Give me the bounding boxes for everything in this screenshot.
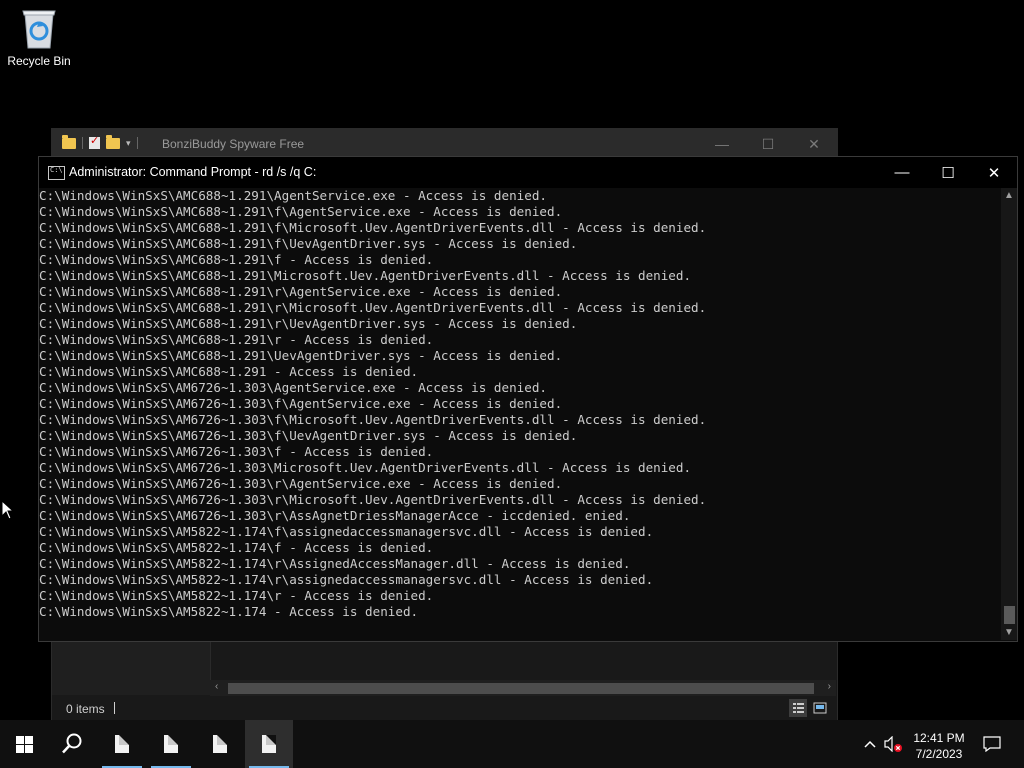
show-hidden-icons-button[interactable]: [860, 720, 880, 768]
recycle-bin-icon: [19, 6, 59, 50]
explorer-maximize-button[interactable]: ☐: [745, 129, 791, 159]
scroll-up-icon[interactable]: ▲: [1004, 190, 1014, 201]
console-line: C:\Windows\WinSxS\AMC688~1.291\f\UevAgen…: [39, 236, 578, 251]
toolbar-divider: [82, 137, 83, 149]
console-line: C:\Windows\WinSxS\AMC688~1.291\r\AgentSe…: [39, 284, 563, 299]
command-prompt-icon[interactable]: [48, 166, 65, 180]
console-title: Administrator: Command Prompt - rd /s /q…: [69, 165, 317, 179]
console-titlebar[interactable]: Administrator: Command Prompt - rd /s /q…: [39, 157, 1017, 188]
console-line: C:\Windows\WinSxS\AM6726~1.303\Microsoft…: [39, 460, 692, 475]
scroll-left-icon[interactable]: ‹: [215, 681, 218, 692]
console-line: C:\Windows\WinSxS\AMC688~1.291\f\AgentSe…: [39, 204, 563, 219]
console-line: C:\Windows\WinSxS\AMC688~1.291\AgentServ…: [39, 188, 547, 203]
explorer-minimize-button[interactable]: —: [699, 129, 745, 159]
properties-icon[interactable]: [89, 134, 100, 149]
console-minimize-button[interactable]: —: [879, 157, 925, 188]
scrollbar-thumb[interactable]: [228, 683, 814, 694]
recycle-bin-label: Recycle Bin: [7, 54, 71, 68]
windows-start-icon: [15, 735, 33, 753]
document-icon: [262, 735, 276, 753]
taskbar-app-3[interactable]: [196, 720, 244, 768]
mouse-pointer-icon: [1, 499, 15, 525]
system-clock[interactable]: 12:41 PM 7/2/2023: [906, 730, 972, 762]
console-line: C:\Windows\WinSxS\AM6726~1.303\f\UevAgen…: [39, 428, 578, 443]
scroll-down-icon[interactable]: ▼: [1004, 627, 1014, 638]
action-center-button[interactable]: [980, 720, 1004, 768]
desktop: Recycle Bin ▾ BonziBuddy Spyware Free — …: [0, 0, 1024, 722]
large-icons-view-icon[interactable]: [811, 699, 829, 717]
console-line: C:\Windows\WinSxS\AM6726~1.303\r\AssAgne…: [39, 508, 631, 523]
item-count: 0 items: [66, 702, 105, 716]
console-vertical-scrollbar[interactable]: ▲ ▼: [1001, 188, 1017, 640]
console-line: C:\Windows\WinSxS\AM6726~1.303\r\Microso…: [39, 492, 707, 507]
taskbar: 12:41 PM 7/2/2023: [0, 720, 1024, 768]
notification-icon: [983, 736, 1001, 752]
console-line: C:\Windows\WinSxS\AM5822~1.174\f\assigne…: [39, 524, 654, 539]
quick-access-toolbar: ▾: [62, 134, 138, 149]
horizontal-scrollbar[interactable]: ‹ ›: [210, 680, 836, 696]
taskbar-app-4[interactable]: [245, 720, 293, 768]
console-maximize-button[interactable]: ☐: [925, 157, 971, 188]
status-divider: [114, 702, 115, 714]
search-icon: [62, 733, 82, 754]
clock-date: 7/2/2023: [915, 747, 963, 761]
command-prompt-window[interactable]: Administrator: Command Prompt - rd /s /q…: [38, 156, 1018, 642]
explorer-close-button[interactable]: ✕: [791, 129, 837, 159]
console-line: C:\Windows\WinSxS\AMC688~1.291\Microsoft…: [39, 268, 692, 283]
console-line: C:\Windows\WinSxS\AMC688~1.291\f - Acces…: [39, 252, 434, 267]
document-icon: [164, 735, 178, 753]
console-line: C:\Windows\WinSxS\AM6726~1.303\f - Acces…: [39, 444, 434, 459]
explorer-title: BonziBuddy Spyware Free: [162, 137, 305, 151]
new-folder-icon[interactable]: [106, 134, 120, 149]
console-close-button[interactable]: ✕: [971, 157, 1017, 188]
explorer-titlebar[interactable]: ▾ BonziBuddy Spyware Free — ☐ ✕: [52, 129, 837, 159]
console-line: C:\Windows\WinSxS\AM5822~1.174\r - Acces…: [39, 588, 434, 603]
recycle-bin-shortcut[interactable]: Recycle Bin: [4, 6, 74, 68]
clock-time: 12:41 PM: [913, 731, 965, 745]
console-line: C:\Windows\WinSxS\AM5822~1.174 - Access …: [39, 604, 419, 619]
chevron-up-icon: [864, 740, 876, 748]
explorer-status-bar: 0 items: [52, 697, 837, 721]
console-line: C:\Windows\WinSxS\AMC688~1.291\r\UevAgen…: [39, 316, 578, 331]
start-button[interactable]: [0, 720, 48, 768]
console-line: C:\Windows\WinSxS\AM6726~1.303\f\AgentSe…: [39, 396, 563, 411]
folder-icon: [62, 134, 76, 149]
console-line: C:\Windows\WinSxS\AM6726~1.303\AgentServ…: [39, 380, 547, 395]
console-scrollbar-thumb[interactable]: [1004, 606, 1015, 624]
search-button[interactable]: [48, 720, 96, 768]
console-line: C:\Windows\WinSxS\AMC688~1.291\r - Acces…: [39, 332, 434, 347]
document-icon: [213, 735, 227, 753]
customize-toolbar-chevron-icon[interactable]: ▾: [126, 138, 131, 149]
details-view-icon[interactable]: [789, 699, 807, 717]
taskbar-app-1[interactable]: [98, 720, 146, 768]
console-line: C:\Windows\WinSxS\AMC688~1.291\UevAgentD…: [39, 348, 563, 363]
console-line: C:\Windows\WinSxS\AMC688~1.291\f\Microso…: [39, 220, 707, 235]
volume-button[interactable]: [884, 720, 904, 768]
console-line: C:\Windows\WinSxS\AM6726~1.303\f\Microso…: [39, 412, 707, 427]
toolbar-divider: [136, 137, 138, 149]
speaker-muted-icon: [884, 736, 902, 752]
console-output[interactable]: C:\Windows\WinSxS\AMC688~1.291\AgentServ…: [39, 188, 1001, 640]
taskbar-app-2[interactable]: [147, 720, 195, 768]
console-line: C:\Windows\WinSxS\AM5822~1.174\f - Acces…: [39, 540, 434, 555]
scroll-right-icon[interactable]: ›: [828, 681, 831, 692]
console-line: C:\Windows\WinSxS\AMC688~1.291 - Access …: [39, 364, 419, 379]
document-icon: [115, 735, 129, 753]
console-line: C:\Windows\WinSxS\AM5822~1.174\r\Assigne…: [39, 556, 631, 571]
console-line: C:\Windows\WinSxS\AMC688~1.291\r\Microso…: [39, 300, 707, 315]
console-line: C:\Windows\WinSxS\AM5822~1.174\r\assigne…: [39, 572, 654, 587]
console-line: C:\Windows\WinSxS\AM6726~1.303\r\AgentSe…: [39, 476, 563, 491]
